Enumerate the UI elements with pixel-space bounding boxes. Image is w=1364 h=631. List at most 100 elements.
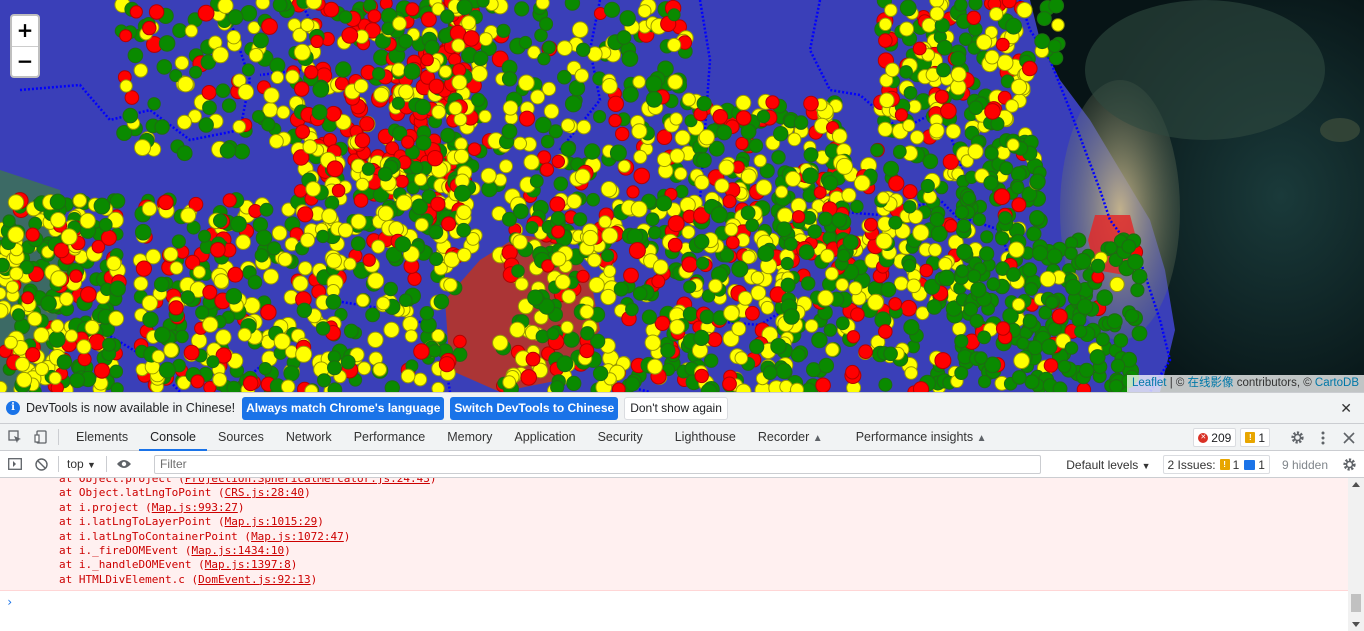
map-point-marker[interactable] bbox=[1006, 267, 1021, 282]
map-point-marker[interactable] bbox=[792, 210, 806, 224]
map-point-marker[interactable] bbox=[841, 187, 857, 203]
map-point-marker[interactable] bbox=[124, 90, 140, 105]
map-point-marker[interactable] bbox=[820, 248, 835, 264]
map-point-marker[interactable] bbox=[954, 334, 969, 349]
map-point-marker[interactable] bbox=[106, 255, 122, 271]
map-point-marker[interactable] bbox=[906, 278, 922, 294]
map-view[interactable]: + − Leaflet | © 在线影像 contributors, © Car… bbox=[0, 0, 1364, 392]
map-point-marker[interactable] bbox=[40, 295, 57, 312]
map-point-marker[interactable] bbox=[261, 117, 276, 132]
map-point-marker[interactable] bbox=[255, 0, 271, 10]
map-point-marker[interactable] bbox=[966, 10, 981, 25]
map-point-marker[interactable] bbox=[371, 239, 386, 254]
map-point-marker[interactable] bbox=[944, 219, 958, 233]
map-point-marker[interactable] bbox=[817, 289, 834, 307]
map-point-marker[interactable] bbox=[698, 129, 715, 146]
map-point-marker[interactable] bbox=[102, 337, 117, 352]
map-point-marker[interactable] bbox=[135, 260, 152, 277]
map-point-marker[interactable] bbox=[1011, 297, 1026, 312]
map-point-marker[interactable] bbox=[267, 241, 282, 256]
map-point-marker[interactable] bbox=[970, 281, 987, 298]
map-point-marker[interactable] bbox=[556, 40, 573, 56]
map-point-marker[interactable] bbox=[1008, 241, 1025, 258]
source-link[interactable]: Map.js:1015:29 bbox=[225, 515, 318, 528]
map-point-marker[interactable] bbox=[300, 232, 316, 248]
map-point-marker[interactable] bbox=[414, 172, 428, 187]
map-point-marker[interactable] bbox=[995, 37, 1010, 52]
map-point-marker[interactable] bbox=[48, 371, 62, 385]
map-point-marker[interactable] bbox=[724, 222, 739, 237]
map-point-marker[interactable] bbox=[471, 92, 486, 107]
map-point-marker[interactable] bbox=[936, 62, 951, 78]
show-sidebar-icon[interactable] bbox=[2, 451, 28, 477]
map-point-marker[interactable] bbox=[651, 274, 666, 289]
map-point-marker[interactable] bbox=[451, 74, 468, 91]
zoom-in-button[interactable]: + bbox=[12, 16, 38, 46]
map-point-marker[interactable] bbox=[443, 277, 458, 293]
map-point-marker[interactable] bbox=[683, 280, 697, 294]
map-point-marker[interactable] bbox=[712, 109, 729, 125]
map-point-marker[interactable] bbox=[555, 274, 571, 290]
map-point-marker[interactable] bbox=[404, 329, 418, 343]
map-point-marker[interactable] bbox=[241, 63, 255, 77]
map-point-marker[interactable] bbox=[392, 16, 407, 31]
map-point-marker[interactable] bbox=[929, 6, 945, 22]
map-point-marker[interactable] bbox=[3, 335, 18, 350]
map-point-marker[interactable] bbox=[192, 265, 206, 279]
map-point-marker[interactable] bbox=[757, 244, 775, 262]
map-point-marker[interactable] bbox=[1022, 60, 1038, 77]
map-point-marker[interactable] bbox=[776, 221, 792, 238]
map-point-marker[interactable] bbox=[803, 147, 819, 163]
map-point-marker[interactable] bbox=[579, 343, 595, 359]
map-point-marker[interactable] bbox=[938, 269, 955, 287]
map-point-marker[interactable] bbox=[878, 377, 893, 392]
map-point-marker[interactable] bbox=[958, 32, 973, 47]
map-point-marker[interactable] bbox=[312, 80, 330, 98]
map-point-marker[interactable] bbox=[622, 86, 639, 103]
map-point-marker[interactable] bbox=[145, 248, 162, 265]
map-point-marker[interactable] bbox=[310, 34, 324, 49]
map-point-marker[interactable] bbox=[215, 329, 232, 346]
always-match-language-button[interactable]: Always match Chrome's language bbox=[242, 396, 445, 420]
map-point-marker[interactable] bbox=[542, 40, 556, 55]
map-point-marker[interactable] bbox=[180, 207, 197, 224]
map-point-marker[interactable] bbox=[225, 288, 243, 305]
map-point-marker[interactable] bbox=[722, 376, 737, 392]
map-point-marker[interactable] bbox=[864, 217, 878, 232]
map-point-marker[interactable] bbox=[428, 344, 442, 358]
map-point-marker[interactable] bbox=[633, 167, 651, 185]
map-point-marker[interactable] bbox=[880, 281, 897, 298]
map-point-marker[interactable] bbox=[60, 228, 78, 246]
map-point-marker[interactable] bbox=[198, 117, 214, 133]
map-point-marker[interactable] bbox=[775, 185, 789, 199]
map-point-marker[interactable] bbox=[750, 271, 765, 285]
map-point-marker[interactable] bbox=[499, 159, 513, 174]
map-point-marker[interactable] bbox=[926, 299, 942, 315]
map-point-marker[interactable] bbox=[899, 21, 915, 37]
map-point-marker[interactable] bbox=[777, 207, 794, 224]
map-point-marker[interactable] bbox=[159, 361, 176, 379]
map-point-marker[interactable] bbox=[893, 144, 907, 159]
map-point-marker[interactable] bbox=[899, 0, 917, 17]
map-point-marker[interactable] bbox=[415, 134, 432, 151]
map-point-marker[interactable] bbox=[564, 0, 581, 11]
map-point-marker[interactable] bbox=[409, 161, 424, 175]
source-link[interactable]: CRS.js:28:40 bbox=[225, 486, 304, 499]
map-point-marker[interactable] bbox=[815, 377, 831, 392]
map-point-marker[interactable] bbox=[557, 69, 572, 85]
map-point-marker[interactable] bbox=[338, 10, 353, 24]
map-point-marker[interactable] bbox=[53, 242, 70, 259]
map-point-marker[interactable] bbox=[571, 21, 589, 39]
map-point-marker[interactable] bbox=[600, 288, 617, 306]
map-point-marker[interactable] bbox=[722, 194, 737, 209]
map-point-marker[interactable] bbox=[550, 380, 565, 392]
map-point-marker[interactable] bbox=[14, 356, 30, 372]
map-point-marker[interactable] bbox=[775, 362, 793, 380]
map-point-marker[interactable] bbox=[1046, 248, 1063, 265]
map-point-marker[interactable] bbox=[888, 175, 905, 192]
map-point-marker[interactable] bbox=[133, 276, 149, 292]
map-point-marker[interactable] bbox=[142, 20, 157, 36]
map-point-marker[interactable] bbox=[801, 276, 816, 291]
map-point-marker[interactable] bbox=[912, 381, 930, 392]
map-point-marker[interactable] bbox=[350, 236, 366, 252]
